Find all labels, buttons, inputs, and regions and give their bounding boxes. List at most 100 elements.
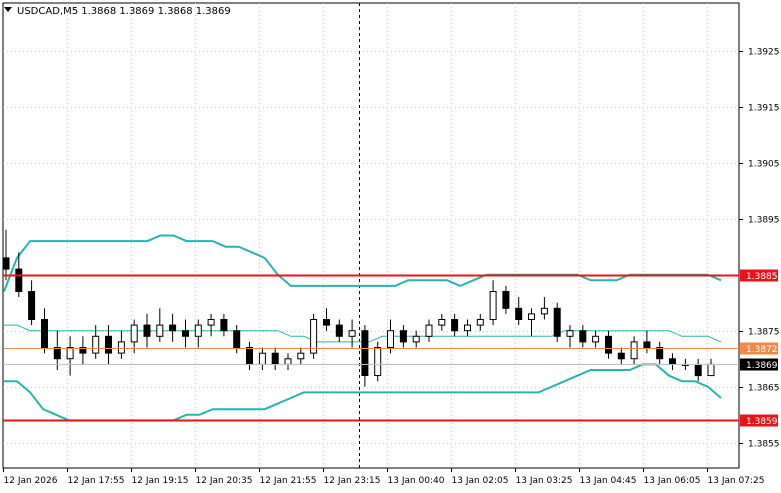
candle	[476, 313, 484, 331]
y-tick-label: 1.3875	[748, 328, 780, 338]
x-tick-label: 13 Jan 00:40	[388, 476, 445, 486]
x-tick-label: 13 Jan 07:25	[708, 476, 765, 486]
candle	[669, 353, 676, 370]
y-tick-label: 1.3895	[748, 216, 780, 226]
candle	[502, 285, 510, 314]
candle-body-bull	[374, 347, 382, 376]
candle	[528, 308, 535, 337]
candle-body-bull	[117, 341, 125, 354]
candle-body-bear	[169, 324, 177, 332]
candle	[156, 308, 164, 342]
candle	[630, 336, 638, 365]
candle	[592, 330, 600, 348]
candle-body-bear	[643, 341, 651, 348]
candle-body-bear	[41, 319, 48, 348]
candle	[41, 308, 48, 354]
candle-body-bear	[579, 330, 587, 343]
horizontal-levels[interactable]: 1.3885 1.3872 1.3869 1.3859	[3, 269, 778, 428]
price-tag-label: 1.3885	[746, 272, 778, 282]
candle	[451, 313, 459, 337]
candle-body-bear	[515, 307, 523, 320]
candle-body-bull	[630, 341, 638, 360]
candle-body-bull	[66, 347, 74, 360]
candle	[79, 336, 87, 365]
candle-body-bull	[412, 335, 420, 343]
candle-body-bear	[553, 307, 561, 337]
candle	[271, 347, 279, 370]
candle	[207, 313, 215, 337]
bollinger-upper	[3, 234, 722, 292]
candle	[258, 347, 266, 370]
candle	[143, 313, 151, 348]
x-tick-label: 12 Jan 17:55	[68, 476, 125, 486]
x-tick-label: 12 Jan 21:55	[260, 476, 317, 486]
collapse-triangle-icon[interactable]	[4, 7, 12, 12]
x-tick-label: 12 Jan 20:35	[196, 476, 253, 486]
candle-body-bull	[464, 324, 471, 332]
y-tick-label: 1.3855	[748, 440, 780, 450]
candle	[566, 325, 574, 348]
candle-body-bear	[233, 330, 241, 349]
candle-body-bear	[694, 363, 702, 377]
candle-body-bear	[143, 324, 151, 337]
candle-body-bear	[451, 319, 459, 332]
candle-body-bear	[220, 319, 228, 332]
candle-body-bear	[271, 352, 279, 365]
x-tick-label: 13 Jan 03:25	[516, 476, 573, 486]
x-tick-label: 12 Jan 23:15	[324, 476, 381, 486]
candle	[117, 330, 125, 359]
candle-body-bull	[156, 324, 164, 337]
candle-body-bear	[246, 347, 253, 365]
candle-body-bull	[92, 335, 100, 354]
candle-body-bear	[335, 324, 343, 337]
candle-body-bull	[425, 324, 433, 337]
candle	[169, 313, 177, 342]
candle-body-bear	[28, 291, 36, 320]
candle-body-bear	[656, 347, 664, 360]
y-tick-label: 1.3865	[748, 384, 780, 394]
candle	[464, 319, 471, 337]
candle	[489, 280, 497, 326]
chart-header: USDCAD,M5 1.3868 1.3869 1.3868 1.3869	[4, 6, 231, 17]
candle	[579, 325, 587, 348]
bollinger-bands	[3, 234, 722, 422]
candle-body-bull	[284, 358, 292, 365]
candle	[28, 280, 36, 326]
candle	[348, 319, 356, 348]
candle	[310, 313, 318, 359]
candle	[297, 347, 305, 365]
candle	[220, 313, 228, 337]
candle	[425, 319, 433, 342]
candle-body-bull	[348, 330, 356, 337]
candle	[374, 341, 382, 382]
candle-body-bear	[53, 347, 61, 360]
candle-body-bull	[258, 352, 266, 365]
candle	[656, 341, 664, 365]
candle	[2, 229, 10, 281]
symbol-ohlc-title: USDCAD,M5 1.3868 1.3869 1.3868 1.3869	[17, 6, 231, 17]
candle-body-bull	[489, 291, 497, 320]
candle	[540, 297, 548, 320]
candle	[335, 319, 343, 342]
x-tick-label: 13 Jan 04:45	[580, 476, 637, 486]
candle-body-bull	[540, 307, 548, 315]
x-tick-label: 13 Jan 06:05	[644, 476, 701, 486]
candle	[194, 319, 202, 348]
x-tick-label: 12 Jan 19:15	[132, 476, 189, 486]
level-1-3859[interactable]: 1.3859	[3, 414, 778, 428]
candle	[399, 325, 407, 348]
candle	[412, 330, 420, 348]
chart-canvas[interactable]: 1.3885 1.3872 1.3869 1.3859 1.3925 1.3915 1.3…	[0, 0, 781, 489]
candle-body-bull	[438, 319, 446, 326]
level-1-3885[interactable]: 1.3885	[3, 269, 778, 283]
candle-body-bear	[15, 268, 23, 293]
candle	[707, 358, 715, 377]
candle	[694, 358, 702, 382]
candle-body-bear	[323, 319, 330, 326]
plot-frame	[2, 2, 740, 469]
price-chart[interactable]: 1.3885 1.3872 1.3869 1.3859 1.3925 1.3915 1.3…	[0, 0, 781, 489]
x-tick-label: 12 Jan 2026	[4, 476, 58, 486]
candle-body-bear	[502, 291, 510, 309]
candle-body-bear	[182, 330, 189, 337]
candle	[182, 319, 189, 348]
